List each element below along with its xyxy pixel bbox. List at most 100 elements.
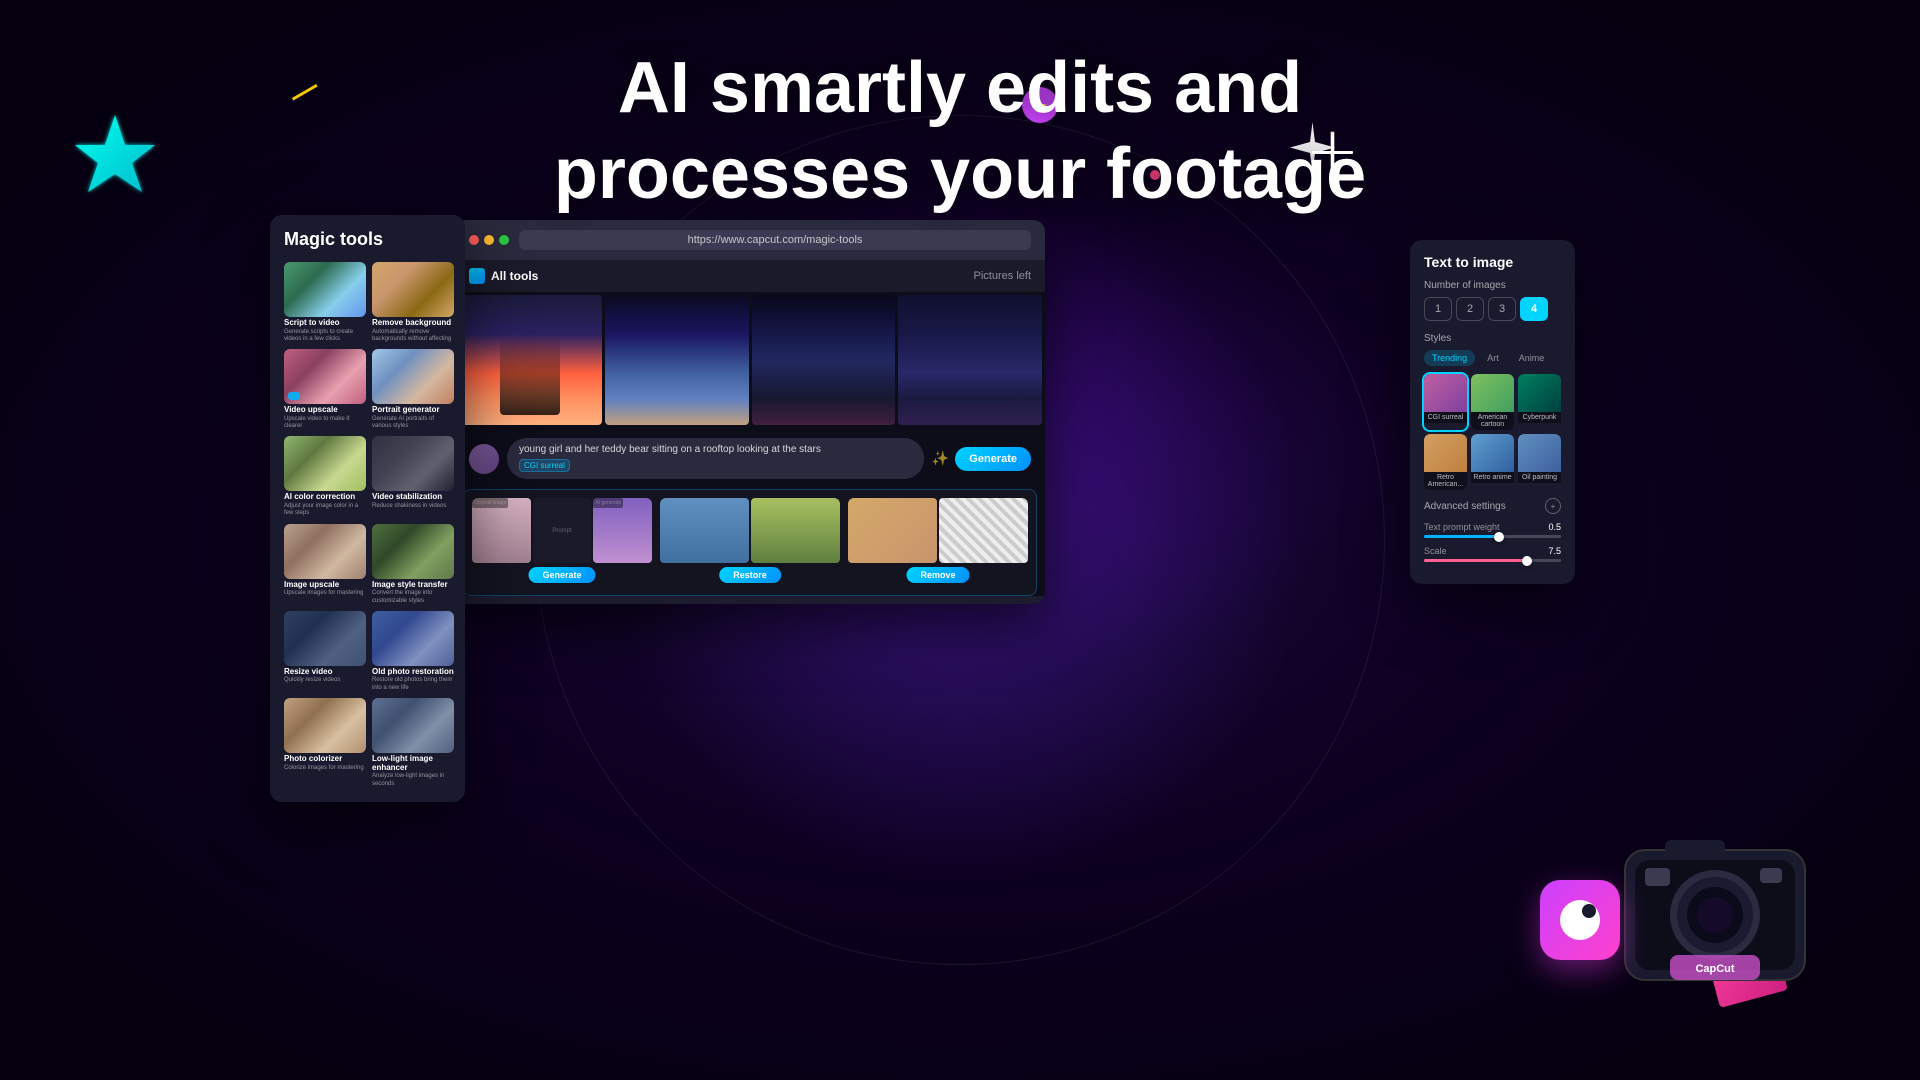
hero-headline: AI smartly edits and processes your foot… <box>554 45 1366 218</box>
tool-label-colorizer: Photo colorizer <box>284 755 366 764</box>
style-name-cyberpunk: Cyberpunk <box>1518 412 1561 423</box>
style-img-cgi <box>1424 374 1467 412</box>
slider-fill-prompt <box>1424 535 1499 538</box>
close-dot[interactable] <box>469 235 479 245</box>
slider-fill-scale <box>1424 559 1527 562</box>
tool-desc-resize: Quickly resize videos <box>284 677 366 684</box>
slider-label-scale: Scale <box>1424 546 1447 556</box>
slider-track-prompt[interactable] <box>1424 535 1561 538</box>
style-img-retro-anime <box>1471 434 1514 472</box>
tool-label-portrait: Portrait generator <box>372 406 454 415</box>
preview-card-restore: Restore <box>660 498 840 587</box>
tool-item-colorizer[interactable]: Photo colorizer Colorize images for mast… <box>284 698 366 788</box>
tool-label-img-upscale: Image upscale <box>284 581 366 590</box>
image-grid <box>455 292 1045 428</box>
tool-desc-remove-bg: Automatically remove backgrounds without… <box>372 329 454 343</box>
style-name-cgi: CGI surreal <box>1424 412 1467 423</box>
tool-desc-img-upscale: Upscale images for mastering <box>284 590 366 597</box>
tab-art[interactable]: Art <box>1479 350 1507 366</box>
tool-desc-style-transfer: Convert the image into customizable styl… <box>372 590 454 604</box>
app-icon-deco <box>1540 880 1620 960</box>
num-btn-2[interactable]: 2 <box>1456 297 1484 321</box>
tool-label-old-photo: Old photo restoration <box>372 668 454 677</box>
preview-card-remove: Remove <box>848 498 1028 587</box>
tool-item-video-upscale[interactable]: Video upscale Upscale video to make it c… <box>284 349 366 430</box>
tool-thumb-city <box>372 698 454 753</box>
browser-content: All tools Pictures left young girl <box>455 260 1045 596</box>
slider-thumb-prompt[interactable] <box>1494 532 1504 542</box>
browser-url[interactable]: https://www.capcut.com/magic-tools <box>519 230 1031 250</box>
tti-title: Text to image <box>1424 254 1561 270</box>
slider-thumb-scale[interactable] <box>1522 556 1532 566</box>
style-cyberpunk[interactable]: Cyberpunk <box>1518 374 1561 430</box>
advanced-header: Advanced settings + <box>1424 498 1561 514</box>
tool-thumb-dog <box>372 262 454 317</box>
card-generate-button[interactable]: Generate <box>528 567 595 583</box>
tool-label-style-transfer: Image style transfer <box>372 581 454 590</box>
advanced-label: Advanced settings <box>1424 501 1506 512</box>
style-name-retro-am: Retro American... <box>1424 472 1467 490</box>
card-remove-button[interactable]: Remove <box>906 567 969 583</box>
slider-text-prompt: Text prompt weight 0.5 <box>1424 522 1561 538</box>
preview-imgs-generate: Original image Prompt AI generate <box>472 498 652 563</box>
tool-item-portrait[interactable]: Portrait generator Generate AI portraits… <box>372 349 454 430</box>
tool-item-style-transfer[interactable]: Image style transfer Convert the image i… <box>372 524 454 605</box>
prompt-input[interactable]: young girl and her teddy bear sitting on… <box>507 438 924 479</box>
prompt-avatar <box>469 444 499 474</box>
tab-anime[interactable]: Anime <box>1511 350 1553 366</box>
generate-button[interactable]: Generate <box>955 447 1031 471</box>
slider-track-scale[interactable] <box>1424 559 1561 562</box>
advanced-toggle[interactable]: + <box>1545 498 1561 514</box>
style-retro-anime[interactable]: Retro anime <box>1471 434 1514 490</box>
tools-icon <box>469 268 485 284</box>
tool-thumb-cat <box>284 524 366 579</box>
style-img-cyberpunk <box>1518 374 1561 412</box>
num-images-label: Number of images <box>1424 280 1561 291</box>
card-restore-button[interactable]: Restore <box>719 567 781 583</box>
style-img-oil <box>1518 434 1561 472</box>
slider-scale: Scale 7.5 <box>1424 546 1561 562</box>
tool-item-old-photo[interactable]: Old photo restoration Restore old photos… <box>372 611 454 692</box>
pictures-count: Pictures left <box>974 270 1031 282</box>
styles-label: Styles <box>1424 333 1561 344</box>
magic-tools-panel: Magic tools Script to video Generate scr… <box>270 215 465 802</box>
svg-text:CapCut: CapCut <box>1695 963 1734 975</box>
tool-item-img-upscale[interactable]: Image upscale Upscale images for masteri… <box>284 524 366 605</box>
tool-label-video-upscale: Video upscale <box>284 406 366 415</box>
browser-window: https://www.capcut.com/magic-tools All t… <box>455 220 1045 604</box>
all-tools-button[interactable]: All tools <box>469 268 538 284</box>
style-cgi[interactable]: CGI surreal <box>1424 374 1467 430</box>
style-oil[interactable]: Oil painting <box>1518 434 1561 490</box>
wand-icon[interactable]: ✨ <box>932 450 949 467</box>
tool-desc-color: Adjust your image color in a few steps <box>284 503 366 517</box>
num-images-selector: 1 2 3 4 <box>1424 297 1561 321</box>
tab-trending[interactable]: Trending <box>1424 350 1475 366</box>
grid-img-4 <box>898 295 1042 425</box>
prompt-icons: ✨ Generate <box>932 447 1031 471</box>
tool-thumb-woman <box>372 349 454 404</box>
maximize-dot[interactable] <box>499 235 509 245</box>
num-btn-3[interactable]: 3 <box>1488 297 1516 321</box>
tool-item-script[interactable]: Script to video Generate scripts to crea… <box>284 262 366 343</box>
num-btn-4[interactable]: 4 <box>1520 297 1548 321</box>
tool-thumb-forest <box>372 524 454 579</box>
prompt-text: young girl and her teddy bear sitting on… <box>519 444 912 455</box>
minimize-dot[interactable] <box>484 235 494 245</box>
style-american[interactable]: American cartoon <box>1471 374 1514 430</box>
tool-item-remove-bg[interactable]: Remove background Automatically remove b… <box>372 262 454 343</box>
style-name-american: American cartoon <box>1471 412 1514 430</box>
num-btn-1[interactable]: 1 <box>1424 297 1452 321</box>
tool-thumb-street <box>372 611 454 666</box>
sparkle-cross-deco <box>1310 130 1355 175</box>
style-img-american <box>1471 374 1514 412</box>
preview-card-generate: Original image Prompt AI generate Genera… <box>472 498 652 587</box>
tool-item-color[interactable]: AI color correction Adjust your image co… <box>284 436 366 517</box>
tool-item-resize[interactable]: Resize video Quickly resize videos <box>284 611 366 692</box>
style-retro-am[interactable]: Retro American... <box>1424 434 1467 490</box>
slider-label-row-1: Text prompt weight 0.5 <box>1424 522 1561 532</box>
browser-toolbar: All tools Pictures left <box>455 260 1045 292</box>
tool-item-stabilize[interactable]: Video stabilization Reduce shakiness in … <box>372 436 454 517</box>
tool-desc-portrait: Generate AI portraits of various styles <box>372 416 454 430</box>
tool-item-lowlight[interactable]: Low-light image enhancer Analyze low-lig… <box>372 698 454 788</box>
bottom-previews: Original image Prompt AI generate Genera… <box>463 489 1037 596</box>
